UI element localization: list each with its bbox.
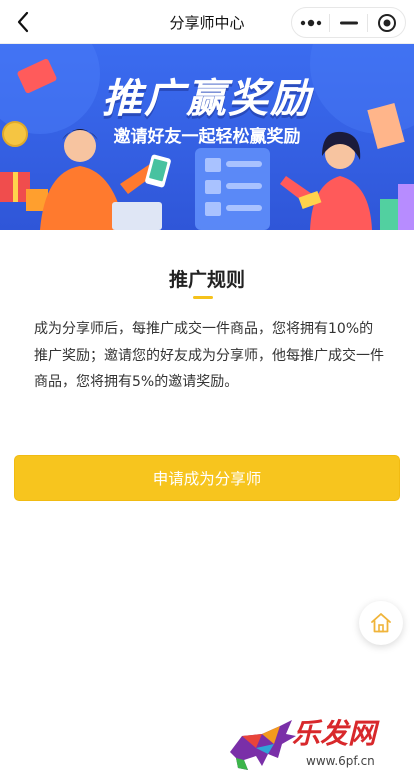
watermark-text: 乐发网 <box>292 717 377 750</box>
rules-title: 推广规则 <box>168 269 245 291</box>
rules-title-underline <box>193 296 213 299</box>
close-miniprogram-button[interactable] <box>368 8 405 37</box>
target-close-icon <box>377 13 396 32</box>
more-button[interactable] <box>292 8 329 37</box>
nav-bar: 分享师中心 <box>0 0 414 44</box>
minimize-button[interactable] <box>330 8 367 37</box>
home-icon <box>371 613 391 633</box>
rules-body: 成为分享师后，每推广成交一件商品，您将拥有10%的推广奖励；邀请您的好友成为分享… <box>34 321 384 390</box>
banner-title: 推广赢奖励 <box>102 76 312 122</box>
apply-sharer-button[interactable]: 申请成为分享师 <box>14 455 400 501</box>
promo-banner: 推广赢奖励 邀请好友一起轻松赢奖励 <box>0 44 414 230</box>
mini-program-capsule <box>291 7 406 38</box>
more-dots-icon <box>300 19 321 26</box>
banner-subtitle: 邀请好友一起轻松赢奖励 <box>113 127 301 147</box>
home-button[interactable] <box>359 601 403 645</box>
bull-logo-icon <box>230 720 296 770</box>
watermark-url: www.6pf.cn <box>306 754 375 768</box>
minimize-icon <box>339 21 358 24</box>
site-watermark: 乐发网 www.6pf.cn <box>222 712 412 776</box>
